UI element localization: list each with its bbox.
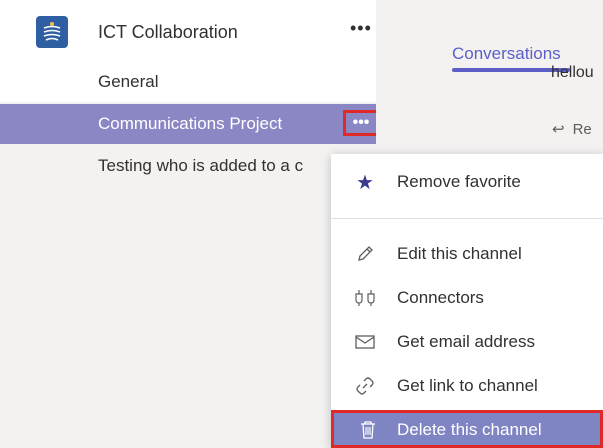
menu-item-connectors[interactable]: Connectors bbox=[331, 278, 603, 318]
envelope-icon bbox=[353, 330, 377, 354]
message-text: hellou bbox=[551, 64, 594, 81]
menu-item-label: Get link to channel bbox=[397, 376, 538, 395]
tab-conversations[interactable]: Conversations bbox=[452, 44, 561, 64]
menu-item-label: Edit this channel bbox=[397, 244, 522, 263]
menu-item-label: Delete this channel bbox=[397, 420, 542, 439]
link-icon bbox=[353, 374, 377, 398]
reply-arrow-icon: ↩ bbox=[552, 121, 565, 138]
team-name: ICT Collaboration bbox=[98, 22, 238, 42]
menu-divider bbox=[331, 218, 603, 219]
menu-item-label: Connectors bbox=[397, 288, 484, 307]
menu-item-remove-favorite[interactable]: ★ Remove favorite bbox=[331, 162, 603, 202]
menu-item-label: Remove favorite bbox=[397, 172, 521, 191]
teams-app: ICT Collaboration ••• General Communicat… bbox=[0, 0, 603, 448]
connectors-icon bbox=[353, 286, 377, 310]
menu-item-delete-channel[interactable]: Delete this channel bbox=[331, 410, 603, 448]
menu-item-get-link[interactable]: Get link to channel bbox=[331, 366, 603, 406]
channel-label: Communications Project bbox=[98, 114, 283, 133]
channel-list-pane: ICT Collaboration ••• General Communicat… bbox=[0, 0, 379, 448]
team-header[interactable]: ICT Collaboration ••• bbox=[0, 0, 376, 62]
star-icon: ★ bbox=[356, 171, 374, 194]
menu-item-edit-channel[interactable]: Edit this channel bbox=[331, 234, 603, 274]
team-more-options-button[interactable]: ••• bbox=[350, 18, 372, 39]
channel-label: Testing who is added to a c bbox=[98, 156, 304, 175]
menu-item-label: Get email address bbox=[397, 332, 535, 351]
channel-item-communications-project[interactable]: Communications Project ••• bbox=[0, 104, 379, 144]
channel-context-menu: ★ Remove favorite Edit this channel Conn… bbox=[331, 154, 603, 448]
channel-item-general[interactable]: General bbox=[0, 62, 376, 102]
channel-more-options-button[interactable]: ••• bbox=[343, 110, 379, 136]
channel-item-testing[interactable]: Testing who is added to a c bbox=[0, 146, 376, 186]
menu-item-get-email-address[interactable]: Get email address bbox=[331, 322, 603, 362]
pencil-icon bbox=[353, 242, 377, 266]
reply-button[interactable]: ↩ Re bbox=[552, 120, 592, 138]
trash-icon bbox=[356, 418, 380, 442]
reply-label: Re bbox=[572, 121, 592, 138]
team-logo-icon bbox=[36, 16, 68, 48]
channel-label: General bbox=[98, 72, 159, 91]
